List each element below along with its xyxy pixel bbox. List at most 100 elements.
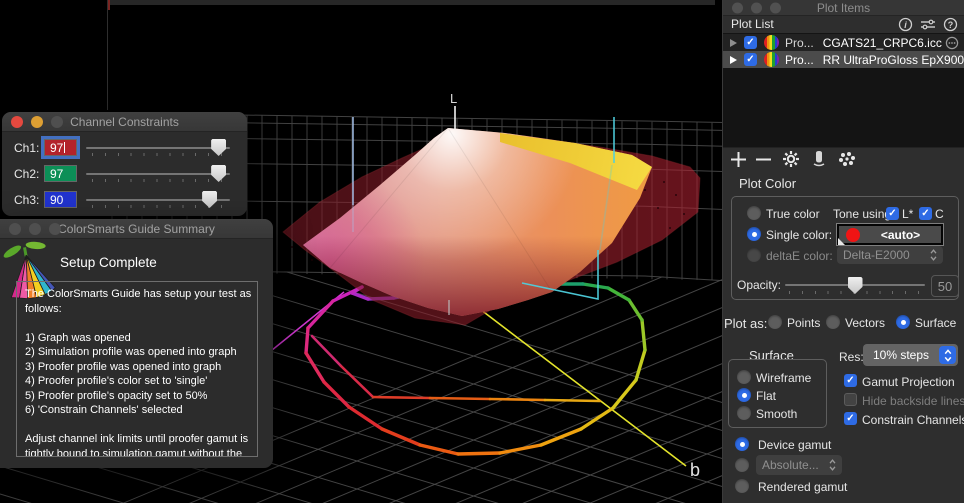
constrain-channels-checkbox[interactable]: ✓	[844, 412, 857, 425]
opacity-label: Opacity:	[737, 278, 781, 292]
row-checkbox[interactable]: ✓	[744, 36, 757, 49]
deltae-dropdown-value: Delta-E2000	[843, 248, 910, 262]
opacity-value: 50	[931, 275, 959, 297]
gamut-projection-checkbox[interactable]: ✓	[844, 374, 857, 387]
res-dropdown-value: 10% steps	[873, 348, 929, 362]
color-well-corner	[838, 238, 845, 245]
setup-complete-heading: Setup Complete	[60, 255, 157, 270]
add-icon[interactable]	[730, 151, 747, 168]
single-color-label: Single color:	[766, 228, 832, 242]
rendered-gamut-label: Rendered gamut	[758, 480, 847, 494]
row-name: CGATS21_CRPC6.icc	[823, 36, 945, 50]
svg-text:i: i	[904, 20, 907, 30]
traffic-lights[interactable]	[11, 116, 63, 128]
ellipsis-circle-icon[interactable]	[945, 36, 959, 50]
deltae-dropdown[interactable]: Delta-E2000	[837, 246, 943, 264]
device-gamut-label: Device gamut	[758, 438, 831, 452]
traffic-lights[interactable]	[732, 2, 781, 13]
colorsmarts-window: ColorSmarts Guide Summary Setup Complete…	[0, 219, 273, 468]
plot-as-label: Plot as:	[724, 316, 767, 331]
res-label: Res:	[839, 350, 864, 364]
smooth-radio[interactable]	[737, 406, 751, 420]
absolute-dropdown-value: Absolute...	[762, 458, 819, 472]
flat-radio[interactable]	[737, 388, 751, 402]
color-well-value: <auto>	[860, 228, 941, 242]
plot-list-row[interactable]: ✓ Pro... CGATS21_CRPC6.icc	[723, 34, 964, 51]
profile-rainbow-icon	[764, 35, 779, 50]
smooth-label: Smooth	[756, 407, 797, 421]
plot-list-row-selected[interactable]: ✓ Pro... RR UltraProGloss EpX900 PK....	[723, 51, 964, 68]
row-checkbox[interactable]: ✓	[744, 53, 757, 66]
ch2-slider-track[interactable]	[86, 173, 230, 175]
disclosure-triangle-icon[interactable]	[730, 56, 737, 64]
tone-l-checkbox[interactable]: ✓	[886, 207, 899, 220]
zoom-icon[interactable]	[49, 223, 61, 235]
channel-constraints-titlebar[interactable]: Channel Constraints	[2, 112, 247, 132]
window-top-strip	[107, 0, 715, 5]
cluster-icon[interactable]	[838, 151, 856, 168]
remove-icon[interactable]	[755, 151, 772, 168]
zoom-icon[interactable]	[51, 116, 63, 128]
close-icon[interactable]	[11, 116, 23, 128]
profile-rainbow-icon	[764, 52, 779, 67]
ch1-label: Ch1:	[14, 141, 39, 155]
true-color-radio[interactable]	[747, 206, 761, 220]
list-toolbar	[723, 147, 964, 172]
plot-as-points-label: Points	[787, 316, 820, 330]
chevron-updown-icon	[930, 249, 937, 261]
single-color-radio[interactable]	[747, 227, 761, 241]
ch1-input[interactable]: 97	[44, 139, 77, 156]
res-dropdown[interactable]: 10% steps	[863, 344, 958, 366]
ch2-label: Ch2:	[14, 167, 39, 181]
plot-as-points-radio[interactable]	[768, 315, 782, 329]
colorsmarts-titlebar[interactable]: ColorSmarts Guide Summary	[0, 219, 273, 239]
row-type: Pro...	[785, 53, 814, 67]
plot-as-vectors-label: Vectors	[845, 316, 885, 330]
minimize-icon[interactable]	[31, 116, 43, 128]
close-icon[interactable]	[9, 223, 21, 235]
true-color-label: True color	[766, 207, 820, 221]
info-icon[interactable]: i	[898, 17, 913, 32]
gear-icon[interactable]	[782, 150, 800, 168]
ch1-slider-track[interactable]	[86, 147, 230, 149]
help-icon[interactable]: ?	[943, 17, 958, 32]
filter-icon[interactable]	[920, 17, 936, 32]
disclosure-triangle-icon[interactable]	[730, 39, 737, 47]
wireframe-radio[interactable]	[737, 370, 751, 384]
ch3-slider-ticks	[92, 205, 226, 208]
tone-l-label: L*	[902, 207, 913, 221]
plot-items-titlebar[interactable]: Plot Items	[723, 0, 964, 16]
ch1-slider-ticks	[92, 153, 226, 156]
deltae-color-radio[interactable]	[747, 248, 761, 262]
device-gamut-radio[interactable]	[735, 437, 749, 451]
dropper-icon[interactable]	[811, 150, 827, 169]
row-name: RR UltraProGloss EpX900 PK....	[823, 53, 964, 67]
traffic-lights[interactable]	[9, 223, 61, 235]
guide-summary-text[interactable]: The ColorSmarts Guide has setup your tes…	[16, 281, 258, 457]
res-dropdown-badge	[939, 346, 956, 364]
plot-list-title: Plot List	[731, 17, 774, 31]
minimize-icon[interactable]	[29, 223, 41, 235]
plot-items-panel: Plot Items Plot List i ? ✓ Pr	[722, 0, 964, 503]
chevron-updown-icon	[829, 459, 836, 471]
hide-backside-checkbox[interactable]	[844, 393, 857, 406]
single-color-well[interactable]: <auto>	[837, 224, 943, 245]
l-axis-label: L	[450, 91, 457, 106]
absolute-dropdown[interactable]: Absolute...	[756, 455, 842, 475]
absolute-gamut-radio[interactable]	[735, 458, 749, 472]
tone-c-checkbox[interactable]: ✓	[919, 207, 932, 220]
color-swatch	[846, 228, 860, 242]
hide-backside-label: Hide backside lines	[862, 394, 964, 408]
svg-text:?: ?	[948, 20, 954, 30]
deltae-color-label: deltaE color:	[766, 249, 833, 263]
chevron-updown-icon	[944, 349, 952, 362]
rendered-gamut-radio[interactable]	[735, 479, 749, 493]
ch2-input[interactable]: 97	[44, 165, 77, 182]
plot-list: ✓ Pro... CGATS21_CRPC6.icc ✓ Pro... RR U…	[723, 33, 964, 148]
window-title: Channel Constraints	[70, 115, 179, 129]
plot-as-vectors-radio[interactable]	[826, 315, 840, 329]
ch3-input[interactable]: 90	[44, 191, 77, 208]
plot-as-surface-radio[interactable]	[896, 315, 910, 329]
plot-list-header: Plot List i ?	[723, 15, 964, 33]
wireframe-label: Wireframe	[756, 371, 811, 385]
